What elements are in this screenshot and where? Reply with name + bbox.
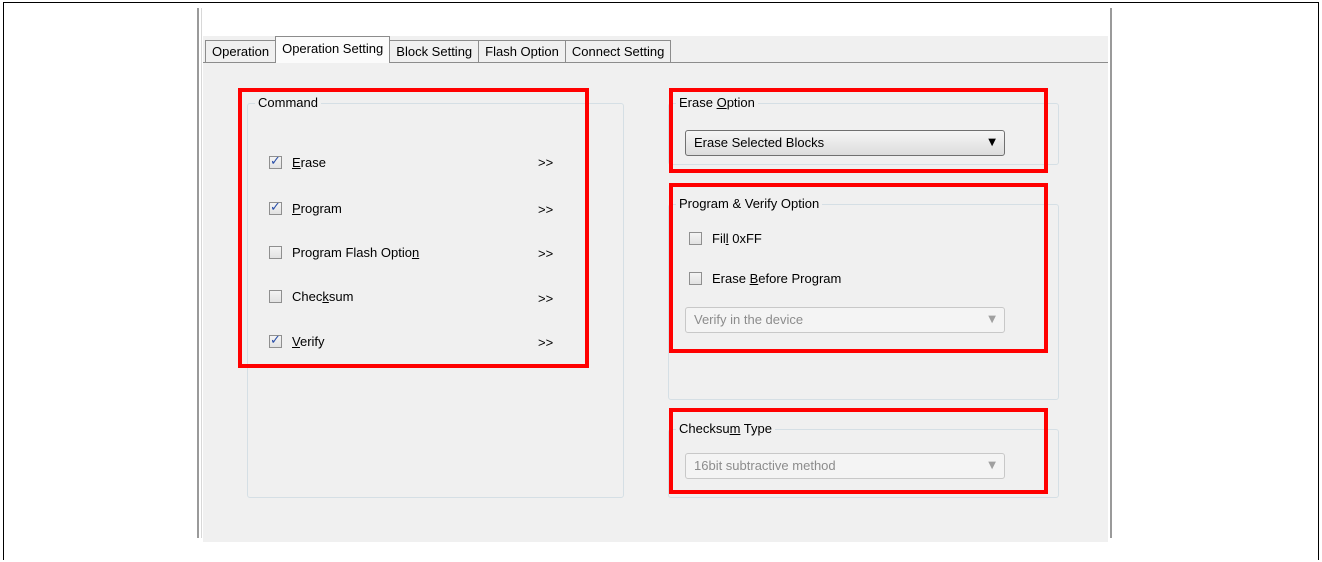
- tab-operation[interactable]: Operation: [205, 40, 277, 63]
- highlight-erase-option: [669, 88, 1048, 173]
- window-left-border-inner: [201, 8, 202, 538]
- window-right-border: [1110, 8, 1112, 538]
- tab-strip: Operation Operation Setting Block Settin…: [205, 36, 672, 63]
- highlight-program-verify: [669, 183, 1048, 353]
- highlight-checksum-type: [669, 408, 1048, 494]
- tab-operation-setting[interactable]: Operation Setting: [275, 36, 391, 63]
- tab-flash-option[interactable]: Flash Option: [478, 40, 566, 63]
- tab-block-setting[interactable]: Block Setting: [389, 40, 480, 63]
- window-left-border: [197, 8, 199, 538]
- tab-connect-setting[interactable]: Connect Setting: [564, 40, 672, 63]
- highlight-command: [238, 88, 589, 368]
